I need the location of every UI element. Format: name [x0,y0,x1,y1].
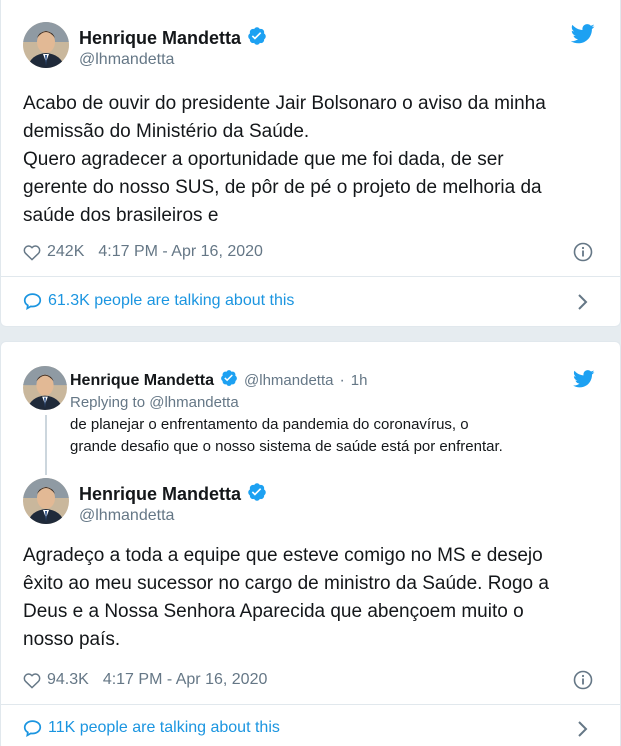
divider [1,704,620,705]
parent-tweet-text: de planejar o enfrentamento da pandemia … [70,414,600,458]
tweet-meta: 94.3K 4:17 PM - Apr 16, 2020 [23,671,267,689]
talking-about-text[interactable]: 11K people are talking about this [48,719,280,737]
twitter-bird-icon[interactable] [573,370,595,393]
verified-badge-icon [247,26,267,51]
parent-text-line: de planejar o enfrentamento da pandemia … [70,416,469,433]
author-name[interactable]: Henrique Mandetta [79,28,241,49]
divider [1,276,620,277]
tweet-card-1[interactable]: Henrique Mandetta @lhmandetta Acabo de o… [0,0,621,327]
chevron-right-icon[interactable] [577,293,589,316]
parent-author-row[interactable]: Henrique Mandetta @lhmandetta · 1h [70,369,367,392]
tweet-text-line: Quero agradecer a oportunidade que me fo… [23,149,504,170]
like-count[interactable]: 94.3K [47,671,89,689]
parent-timestamp[interactable]: 1h [351,372,368,389]
author-handle[interactable]: @lhmandetta [79,51,174,69]
tweet-text-line: saúde dos brasileiros e [23,205,219,226]
parent-author-name[interactable]: Henrique Mandetta [70,372,214,390]
tweet-text-line: Agradeço a toda a equipe que esteve comi… [23,545,543,566]
tweet-meta: 242K 4:17 PM - Apr 16, 2020 [23,243,263,261]
heart-icon[interactable] [23,244,41,261]
tweet-text-line: Deus e a Nossa Senhora Aparecida que abe… [23,601,524,622]
tweet-text-line: Acabo de ouvir do presidente Jair Bolson… [23,93,546,114]
talking-about-link[interactable]: 11K people are talking about this [23,719,280,737]
chevron-right-icon[interactable] [577,720,589,743]
author-name-row[interactable]: Henrique Mandetta [79,482,267,507]
tweet-text: Acabo de ouvir do presidente Jair Bolson… [23,90,603,230]
author-name[interactable]: Henrique Mandetta [79,484,241,505]
speech-bubble-icon [23,292,42,310]
info-icon[interactable] [573,670,593,695]
timestamp[interactable]: 4:17 PM - Apr 16, 2020 [103,671,268,689]
author-avatar[interactable] [23,478,69,524]
author-avatar[interactable] [23,22,69,68]
replying-to-handle[interactable]: @lhmandetta [149,394,238,411]
twitter-bird-icon[interactable] [570,24,595,49]
tweet-text-line: gerente do nosso SUS, de pôr de pé o pro… [23,177,542,198]
talking-about-text[interactable]: 61.3K people are talking about this [48,292,294,310]
replying-to-label: Replying to [70,394,146,411]
talking-about-link[interactable]: 61.3K people are talking about this [23,292,294,310]
like-count[interactable]: 242K [47,243,84,261]
timestamp[interactable]: 4:17 PM - Apr 16, 2020 [98,243,263,261]
separator-dot: · [339,371,345,389]
info-icon[interactable] [573,242,593,267]
tweet-text-line: nosso país. [23,629,121,650]
author-name-row[interactable]: Henrique Mandetta [79,26,267,51]
tweet-text-line: demissão do Ministério da Saúde. [23,121,310,142]
tweet-text: Agradeço a toda a equipe que esteve comi… [23,542,603,654]
thread-connector [45,415,47,475]
heart-icon[interactable] [23,672,41,689]
parent-text-line: grande desafio que o nosso sistema de sa… [70,438,503,455]
speech-bubble-icon [23,719,42,737]
tweet-text-line: êxito ao meu sucessor no cargo de minist… [23,573,549,594]
parent-author-avatar[interactable] [23,366,67,410]
verified-badge-icon [220,369,238,392]
replying-to: Replying to @lhmandetta [70,394,239,411]
parent-author-handle[interactable]: @lhmandetta [244,372,333,389]
author-handle[interactable]: @lhmandetta [79,507,174,525]
verified-badge-icon [247,482,267,507]
